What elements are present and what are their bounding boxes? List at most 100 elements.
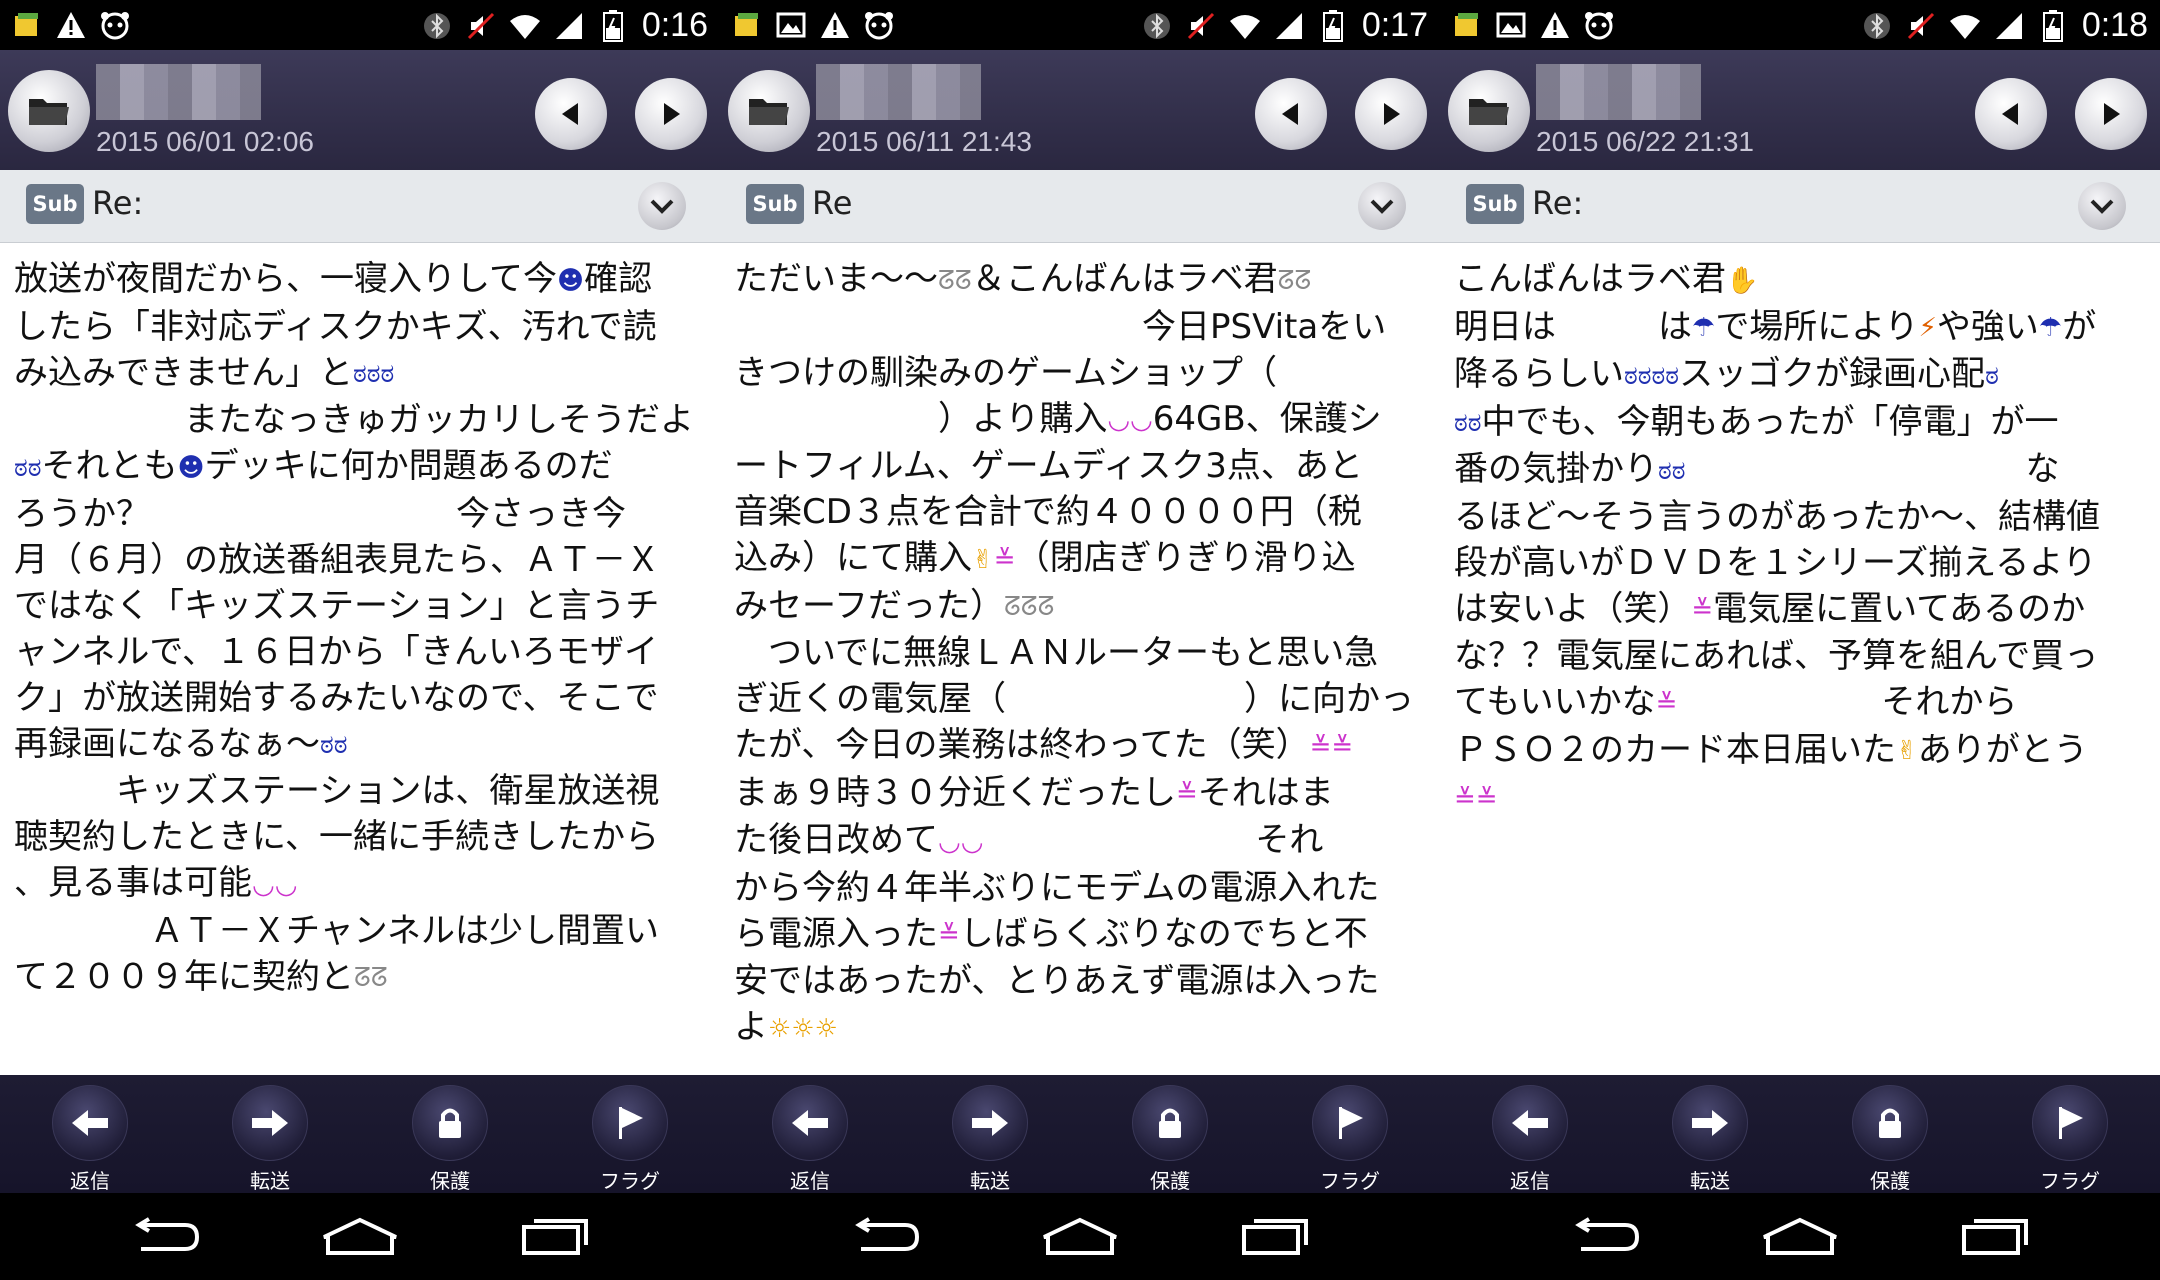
body-line: 、見る事は可能◡◡ bbox=[14, 860, 710, 908]
sender-name-redacted bbox=[96, 64, 261, 120]
happy-emoji-icon: ≚ bbox=[1454, 783, 1476, 814]
subject-text: Re bbox=[812, 184, 853, 222]
sad-emoji-icon: ಠ bbox=[14, 452, 28, 483]
face-emoji-icon: ☻ bbox=[177, 452, 205, 483]
system-status: 0:17 bbox=[1140, 6, 1428, 45]
folder-button[interactable] bbox=[8, 70, 90, 152]
sweat-emoji-icon: ᘔ bbox=[1037, 592, 1055, 622]
folder-button[interactable] bbox=[1448, 70, 1530, 152]
recent-apps-icon bbox=[1962, 1219, 2028, 1255]
body-line: な？？電気屋にあれば、予算を組んで買っ bbox=[1454, 636, 2099, 676]
reply-label: 返信 bbox=[790, 1169, 830, 1193]
flag-icon bbox=[619, 1107, 643, 1139]
status-bar: 0:18 bbox=[1440, 0, 2160, 50]
lock-icon bbox=[439, 1108, 461, 1138]
body-line: ＰＳＯ２のカード本日届いた✌ありがとう bbox=[1454, 727, 2150, 775]
home-button[interactable] bbox=[1755, 1209, 1845, 1265]
body-line: ク」が放送開始するみたいなので、そこで bbox=[14, 677, 659, 718]
status-bar: 0:16 bbox=[0, 0, 720, 50]
body-line: 音楽CD３点を合計で約４００００円（税 bbox=[734, 492, 1362, 532]
hand-emoji-icon: ✋ bbox=[1726, 265, 1759, 296]
next-mail-button[interactable] bbox=[2075, 78, 2147, 150]
home-button[interactable] bbox=[1035, 1209, 1125, 1265]
action-bar: 返信 転送 保護 フラグ bbox=[0, 1075, 720, 1193]
home-button[interactable] bbox=[315, 1209, 405, 1265]
mail-date: 2015 06/11 21:43 bbox=[816, 126, 1032, 157]
body-line: てもいいかな≚ それから bbox=[1454, 679, 2150, 727]
body-line: 番の気掛かりಠಠ な bbox=[1454, 446, 2150, 494]
recent-apps-button[interactable] bbox=[510, 1209, 600, 1265]
mail-date: 2015 06/22 21:31 bbox=[1536, 126, 1754, 157]
previous-mail-button[interactable] bbox=[535, 78, 607, 150]
sweat-emoji-icon: ᘔ bbox=[1020, 592, 1038, 622]
back-button[interactable] bbox=[840, 1209, 930, 1265]
body-line: 月（６月）の放送番組表見たら、ＡＴ－Ｘ bbox=[14, 539, 660, 580]
mail-header: 2015 06/22 21:31 bbox=[1440, 50, 2160, 170]
forward-button[interactable]: 転送 bbox=[1655, 1085, 1765, 1194]
folder-button[interactable] bbox=[728, 70, 810, 152]
sender-name-redacted bbox=[816, 64, 981, 120]
umbrella-emoji-icon: ☂ bbox=[2038, 313, 2063, 343]
body-line: ぎ近くの電気屋（ ）に向かっ bbox=[734, 679, 1414, 719]
sad-emoji-icon: ಠ bbox=[380, 359, 395, 389]
forward-button[interactable]: 転送 bbox=[935, 1085, 1045, 1194]
previous-mail-button[interactable] bbox=[1975, 78, 2047, 150]
flag-button[interactable]: フラグ bbox=[575, 1085, 685, 1194]
home-icon bbox=[1763, 1217, 1837, 1255]
back-button[interactable] bbox=[1560, 1209, 1650, 1265]
protect-button[interactable]: 保護 bbox=[1115, 1085, 1225, 1194]
mail-date: 2015 06/01 02:06 bbox=[96, 126, 314, 157]
recent-apps-button[interactable] bbox=[1950, 1209, 2040, 1265]
body-line: 今日PSVitaをい bbox=[734, 306, 1387, 347]
image-icon bbox=[774, 8, 808, 42]
reply-button[interactable]: 返信 bbox=[35, 1085, 145, 1194]
flag-label: フラグ bbox=[2040, 1169, 2100, 1193]
sweat-emoji-icon: ᘔ bbox=[1277, 265, 1295, 296]
signal-icon bbox=[1272, 9, 1306, 43]
body-line: は安いよ（笑）≚電気屋に置いてあるのか bbox=[1454, 586, 2150, 634]
next-mail-button[interactable] bbox=[635, 78, 707, 150]
subject-text: Re: bbox=[92, 184, 144, 222]
protect-label: 保護 bbox=[1870, 1169, 1910, 1193]
back-button[interactable] bbox=[120, 1209, 210, 1265]
triangle-right-icon bbox=[664, 103, 680, 125]
expand-header-button[interactable] bbox=[1358, 182, 1406, 230]
recent-apps-button[interactable] bbox=[1230, 1209, 1320, 1265]
forward-button[interactable]: 転送 bbox=[215, 1085, 325, 1194]
body-line: 安ではあったが、とりあえず電源は入った bbox=[734, 961, 1380, 1001]
protect-label: 保護 bbox=[1150, 1169, 1190, 1193]
body-line: ≚≚ bbox=[1454, 774, 2150, 822]
sad-emoji-icon: ಠ bbox=[352, 359, 367, 389]
previous-mail-button[interactable] bbox=[1255, 78, 1327, 150]
flag-button[interactable]: フラグ bbox=[1295, 1085, 1405, 1194]
battery-icon bbox=[2036, 9, 2070, 43]
sad-emoji-icon: ಠ bbox=[1467, 408, 1482, 438]
flag-button[interactable]: フラグ bbox=[2015, 1085, 2125, 1194]
system-nav-bar bbox=[0, 1193, 720, 1280]
next-mail-button[interactable] bbox=[1355, 78, 1427, 150]
action-bar: 返信 転送 保護 フラグ bbox=[1440, 1075, 2160, 1193]
sweat-emoji-icon: ᘔ bbox=[354, 963, 371, 993]
battery-icon bbox=[596, 9, 630, 43]
reply-icon bbox=[792, 1110, 828, 1136]
body-line: ついでに無線ＬＡＮルーターもと思い急 bbox=[734, 633, 1379, 673]
smile-emoji-icon: ◡ bbox=[960, 826, 984, 857]
body-line: 込み）にて購入✌≚（閉店ぎりぎり滑り込 bbox=[734, 535, 1430, 583]
reply-label: 返信 bbox=[1510, 1169, 1550, 1193]
happy-emoji-icon: ≚ bbox=[1655, 688, 1678, 719]
protect-button[interactable]: 保護 bbox=[395, 1085, 505, 1194]
expand-header-button[interactable] bbox=[2078, 182, 2126, 230]
body-line: 再録画になるなぁ～ಠಠ bbox=[14, 721, 710, 769]
reply-button[interactable]: 返信 bbox=[755, 1085, 865, 1194]
expand-header-button[interactable] bbox=[638, 182, 686, 230]
sad-emoji-icon: ಠ bbox=[1658, 455, 1672, 486]
bluetooth-icon bbox=[1860, 9, 1894, 43]
happy-emoji-icon: ≚ bbox=[1309, 731, 1332, 762]
subject-badge: Sub bbox=[26, 184, 84, 224]
umbrella-emoji-icon: ☂ bbox=[1692, 313, 1716, 343]
home-icon bbox=[1043, 1217, 1117, 1255]
reply-button[interactable]: 返信 bbox=[1475, 1085, 1585, 1194]
sad-emoji-icon: ಠ bbox=[1651, 360, 1666, 391]
protect-button[interactable]: 保護 bbox=[1835, 1085, 1945, 1194]
smile-emoji-icon: ◡ bbox=[1107, 405, 1131, 435]
